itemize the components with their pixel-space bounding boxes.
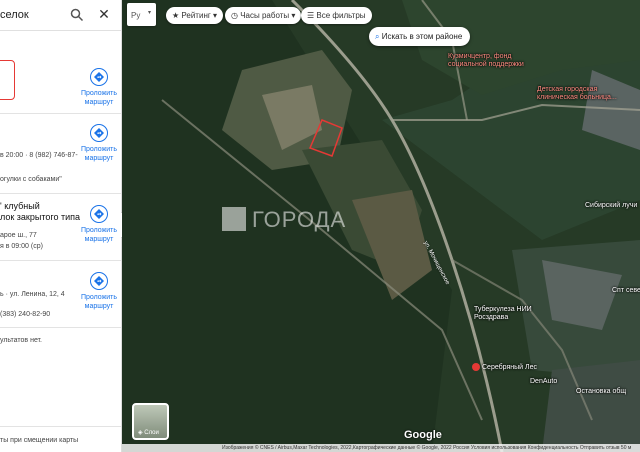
watermark: ГОРОДА: [222, 207, 346, 233]
hours-filter[interactable]: ◷ Часы работы ▾: [225, 7, 302, 24]
language-select[interactable]: Ру ▾: [127, 3, 156, 26]
place-label-kuzmich[interactable]: Кузмичцентр, фонд социальной поддержки: [448, 53, 538, 69]
layers-button[interactable]: ◈ Слои: [132, 403, 169, 440]
result-hours: я в 09:00 (ср): [0, 243, 43, 250]
divider: [0, 426, 121, 427]
chevron-down-icon: ▾: [210, 11, 218, 20]
route-button[interactable]: Проложить маршрут: [77, 68, 121, 107]
divider: [0, 193, 121, 194]
place-label-denauto[interactable]: DenAuto: [530, 378, 557, 386]
close-icon[interactable]: ✕: [96, 6, 112, 22]
place-label-ostanovka[interactable]: Остановка общ: [576, 388, 626, 396]
rating-filter[interactable]: ★ Рейтинг ▾: [166, 7, 224, 24]
result-note: огулки с собаками": [0, 176, 62, 183]
satellite-imagery: [122, 0, 640, 452]
all-filters-button[interactable]: ☰ Все фильтры: [301, 7, 372, 24]
filter-icon: ☰: [307, 11, 317, 20]
result-hours: в 20:00 · 8 (982) 746-87-: [0, 152, 78, 159]
google-logo: Google: [404, 429, 442, 441]
divider: [0, 327, 121, 328]
update-on-move-label: ты при смещении карты: [0, 437, 79, 444]
divider: [0, 113, 121, 114]
directions-icon: [90, 272, 108, 290]
result-title[interactable]: лок закрытого типа: [0, 212, 80, 222]
layers-label: ◈ Слои: [138, 430, 159, 436]
result-address: ь · ул. Ленина, 12, 4: [0, 291, 65, 298]
place-label-hospital[interactable]: Детская городская клиническая больница..…: [537, 86, 637, 102]
place-label-sibirsky[interactable]: Сибирский лучи: [585, 202, 637, 210]
route-button[interactable]: Проложить маршрут: [77, 272, 121, 311]
place-label-sever[interactable]: Спт севе: [612, 287, 640, 295]
clock-icon: ◷: [231, 11, 241, 20]
search-input[interactable]: селок: [0, 9, 29, 21]
satellite-map[interactable]: Ру ▾ ★ Рейтинг ▾ ◷ Часы работы ▾ ☰ Все ф…: [122, 0, 640, 452]
result-title[interactable]: ' клубный: [0, 201, 40, 211]
divider: [0, 260, 121, 261]
directions-icon: [90, 205, 108, 223]
route-button[interactable]: Проложить маршрут: [77, 205, 121, 244]
result-phone: (383) 240-82-90: [0, 311, 51, 318]
search-box[interactable]: селок ✕: [0, 0, 121, 31]
star-icon: ★: [172, 11, 182, 20]
logo-square-icon: [222, 207, 246, 231]
results-sidebar: селок ✕ Проложить маршрут Проложить марш…: [0, 0, 122, 452]
result-thumbnail[interactable]: [0, 60, 15, 100]
search-icon[interactable]: [70, 8, 84, 22]
place-label-tuberculosis[interactable]: Туберкулеза НИИ Росздрава: [474, 306, 534, 322]
chevron-down-icon: ▾: [148, 10, 152, 16]
result-address: арое ш., 77: [0, 232, 37, 239]
route-button[interactable]: Проложить маршрут: [77, 124, 121, 163]
map-attribution: Изображения © CNES / Airbus,Maxar Techno…: [122, 444, 640, 452]
search-this-area-button[interactable]: ⌕ Искать в этом районе: [369, 27, 471, 46]
directions-icon: [90, 68, 108, 86]
search-icon: ⌕: [375, 32, 382, 41]
no-more-results: ультатов нет.: [0, 337, 42, 344]
place-label-forest[interactable]: Серебряный Лес: [482, 364, 537, 372]
directions-icon: [90, 124, 108, 142]
chevron-down-icon: ▾: [289, 11, 296, 20]
